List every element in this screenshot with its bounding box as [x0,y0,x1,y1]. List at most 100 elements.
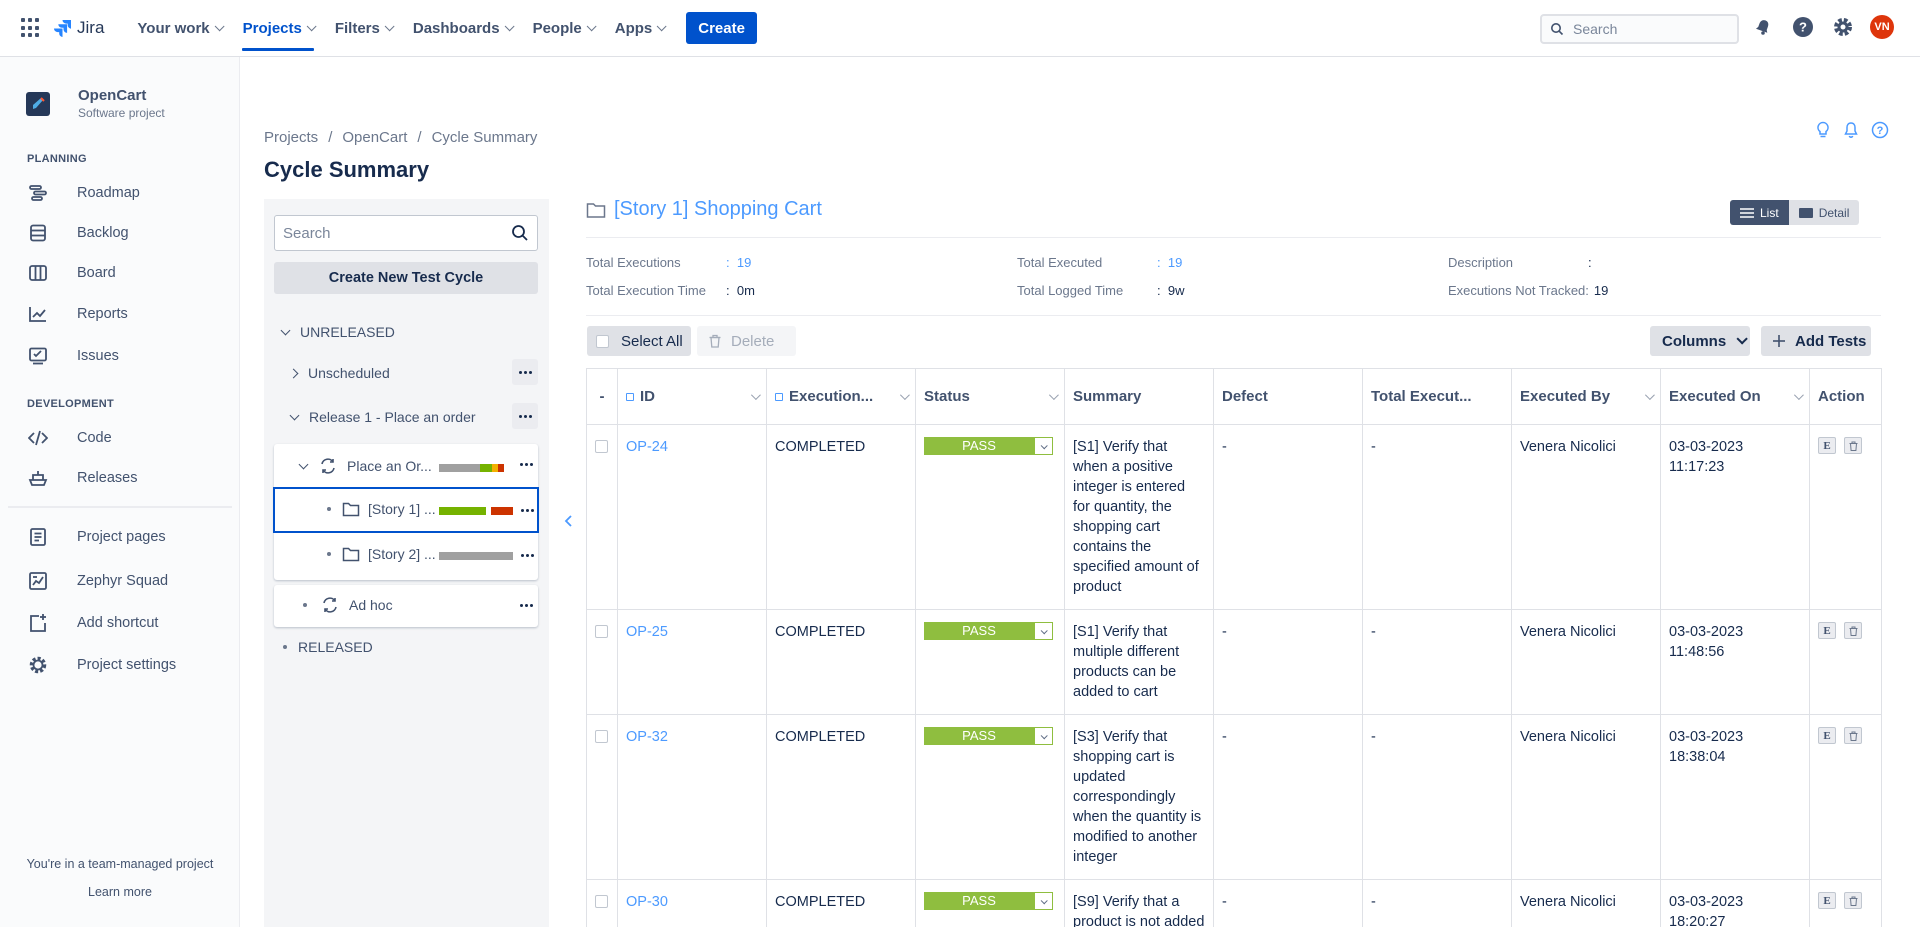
add-tests-button[interactable]: Add Tests [1761,326,1871,356]
jira-logo[interactable]: Jira [54,18,104,38]
sidebar-item-project-settings[interactable]: Project settings [27,654,176,676]
execute-icon[interactable]: E [1818,622,1836,639]
issue-id-link[interactable]: OP-32 [626,729,668,745]
chevron-down-icon[interactable] [1048,390,1059,401]
select-all-checkbox[interactable] [596,334,609,348]
sidebar-item-zephyr-squad[interactable]: Zephyr Squad [27,570,168,592]
nav-dashboards[interactable]: Dashboards [402,0,522,57]
execute-icon[interactable]: E [1818,727,1836,744]
delete-icon[interactable] [1844,622,1862,639]
sidebar-item-label: Reports [77,306,128,322]
col-header-select[interactable]: - [586,368,618,425]
sidebar-item-code[interactable]: Code [27,427,112,449]
bell-icon[interactable] [1843,121,1859,139]
sidebar-item-project-pages[interactable]: Project pages [27,526,166,548]
col-header-defect[interactable]: Defect [1213,368,1363,425]
sidebar-item-roadmap[interactable]: Roadmap [27,182,140,204]
issue-id-link[interactable]: OP-24 [626,439,668,455]
col-header-summary[interactable]: Summary [1064,368,1214,425]
tree-released[interactable]: RELEASED [283,639,373,655]
detail-view-button[interactable]: Detail [1788,200,1860,225]
meta-value[interactable]: : 19 [1157,255,1182,270]
folder-title-text[interactable]: [Story 1] Shopping Cart [614,198,822,221]
nav-your-work[interactable]: Your work [126,0,231,57]
notifications-icon[interactable] [1750,14,1776,40]
chevron-down-icon[interactable] [1644,390,1655,401]
lightbulb-icon[interactable] [1815,121,1831,139]
search-icon[interactable] [511,224,529,242]
nav-people[interactable]: People [522,0,604,57]
tree-unscheduled[interactable]: Unscheduled [288,365,390,381]
nav-filters[interactable]: Filters [324,0,402,57]
sidebar-item-reports[interactable]: Reports [27,303,128,325]
create-button[interactable]: Create [686,12,757,44]
project-header[interactable]: OpenCart Software project [26,87,165,120]
breadcrumb-opencart[interactable]: OpenCart [342,129,407,146]
total-execution-cell: - [1362,714,1512,880]
row-checkbox[interactable] [595,730,608,743]
adhoc-more-icon[interactable] [513,592,539,618]
tree-cycle-place-an-order[interactable]: Place an Or... [298,458,432,474]
settings-gear-icon[interactable] [1830,14,1856,40]
status-dropdown[interactable]: PASS [924,892,1053,910]
create-test-cycle-button[interactable]: Create New Test Cycle [274,262,538,294]
delete-icon[interactable] [1844,437,1862,454]
status-dropdown[interactable]: PASS [924,437,1053,455]
row-checkbox[interactable] [595,625,608,638]
collapse-panel-icon[interactable] [564,514,574,528]
tree-search-input[interactable]: Search [274,215,538,251]
tree-folder-story-2[interactable]: [Story 2] ... [327,546,436,562]
row-checkbox[interactable] [595,895,608,908]
columns-button[interactable]: Columns [1650,326,1750,356]
sidebar-item-add-shortcut[interactable]: Add shortcut [27,612,158,634]
execute-icon[interactable]: E [1818,892,1836,909]
status-dropdown[interactable]: PASS [924,727,1053,745]
select-all-button[interactable]: Select All [587,326,691,356]
tree-unreleased[interactable]: UNRELEASED [280,324,395,340]
sidebar-item-backlog[interactable]: Backlog [27,222,129,244]
col-header-executed-on[interactable]: Executed On [1660,368,1810,425]
status-dropdown[interactable]: PASS [924,622,1053,640]
execute-icon[interactable]: E [1818,437,1836,454]
tree-folder-story-1[interactable]: [Story 1] ... [327,501,436,517]
row-checkbox[interactable] [595,440,608,453]
tree-adhoc[interactable]: Ad hoc [303,597,393,613]
list-view-button[interactable]: List [1730,200,1789,225]
issue-id-link[interactable]: OP-25 [626,624,668,640]
col-header-total-execution[interactable]: Total Execut... [1362,368,1512,425]
folder-1-more-icon[interactable] [514,497,540,523]
col-header-id[interactable]: ID [617,368,767,425]
cycle-more-icon[interactable] [513,451,539,477]
app-switcher-icon[interactable] [21,18,41,38]
meta-value[interactable]: : 19 [726,255,751,270]
row-select-cell [586,424,618,610]
nav-projects[interactable]: Projects [232,0,324,57]
chevron-down-icon [289,410,300,420]
col-header-status[interactable]: Status [915,368,1065,425]
col-header-executed-by[interactable]: Executed By [1511,368,1661,425]
folder-2-more-icon[interactable] [514,542,540,568]
tree-release-1[interactable]: Release 1 - Place an order [289,409,476,425]
sidebar-item-board[interactable]: Board [27,262,116,284]
issue-id-link[interactable]: OP-30 [626,894,668,910]
chevron-down-icon[interactable] [899,390,910,401]
release-more-icon[interactable] [512,403,538,429]
col-header-execution[interactable]: Execution... [766,368,916,425]
global-search-input[interactable]: Search [1540,14,1739,44]
breadcrumb-projects[interactable]: Projects [264,129,318,146]
learn-more-link[interactable]: Learn more [0,885,240,899]
chevron-down-icon[interactable] [750,390,761,401]
help-circle-icon[interactable]: ? [1871,121,1889,139]
cycle-tree-panel: Search Create New Test Cycle UNRELEASED … [264,199,549,927]
help-icon[interactable]: ? [1790,14,1816,40]
unscheduled-more-icon[interactable] [512,359,538,385]
breadcrumb-cycle-summary[interactable]: Cycle Summary [432,129,538,146]
sidebar-item-issues[interactable]: Issues [27,345,119,367]
chevron-down-icon[interactable] [1793,390,1804,401]
user-avatar[interactable]: VN [1870,15,1894,39]
sidebar-item-releases[interactable]: Releases [27,467,137,489]
delete-icon[interactable] [1844,727,1862,744]
nav-apps[interactable]: Apps [604,0,675,57]
delete-button[interactable]: Delete [697,326,796,356]
delete-icon[interactable] [1844,892,1862,909]
